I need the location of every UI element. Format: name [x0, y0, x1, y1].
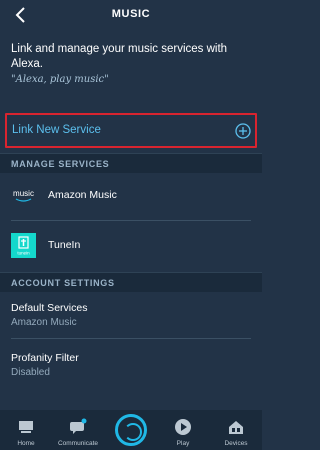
setting-title: Profanity Filter	[11, 352, 79, 364]
intro-text: Link and manage your music services with…	[11, 43, 228, 70]
nav-label: Devices	[224, 440, 248, 447]
alexa-icon[interactable]	[115, 414, 147, 446]
amazon-music-logo-icon: music	[11, 183, 36, 208]
chat-icon	[70, 418, 87, 434]
home-icon	[19, 421, 33, 433]
nav-label: Home	[17, 440, 35, 447]
nav-item-home[interactable]: Home	[0, 410, 52, 450]
svg-text:music: music	[13, 189, 34, 198]
section-header-label: ACCOUNT SETTINGS	[11, 278, 115, 288]
setting-profanity-filter[interactable]: Profanity Filter Disabled	[11, 352, 251, 378]
nav-item-devices[interactable]: Devices	[210, 410, 262, 450]
divider	[11, 220, 251, 221]
setting-title: Default Services	[11, 302, 88, 314]
header: MUSIC	[0, 0, 262, 30]
link-new-service-button[interactable]: Link New Service	[5, 113, 257, 148]
setting-value: Amazon Music	[11, 317, 77, 328]
nav-item-communicate[interactable]: Communicate	[52, 410, 104, 450]
divider	[11, 338, 251, 339]
nav-item-play[interactable]: Play	[157, 410, 209, 450]
service-name: TuneIn	[48, 239, 81, 251]
link-new-service-label: Link New Service	[12, 124, 101, 136]
svg-text:tunein: tunein	[17, 251, 30, 256]
nav-label: Play	[176, 440, 190, 447]
page-title: MUSIC	[111, 8, 151, 20]
add-circle-icon	[235, 123, 251, 139]
nav-label: Communicate	[57, 440, 99, 447]
setting-default-services[interactable]: Default Services Amazon Music	[11, 302, 251, 328]
section-header-label: MANAGE SERVICES	[11, 159, 110, 169]
setting-value: Disabled	[11, 367, 50, 378]
devices-icon	[229, 421, 243, 434]
service-row-tunein[interactable]: tunein TuneIn	[0, 227, 262, 265]
service-row-amazon-music[interactable]: music Amazon Music	[0, 177, 262, 215]
tunein-logo-icon: tunein	[11, 233, 36, 258]
play-icon	[175, 419, 191, 435]
section-header-account-settings: ACCOUNT SETTINGS	[0, 272, 262, 292]
section-header-manage-services: MANAGE SERVICES	[0, 153, 262, 173]
service-name: Amazon Music	[48, 189, 117, 201]
example-utterance: "Alexa, play music"	[11, 74, 109, 85]
